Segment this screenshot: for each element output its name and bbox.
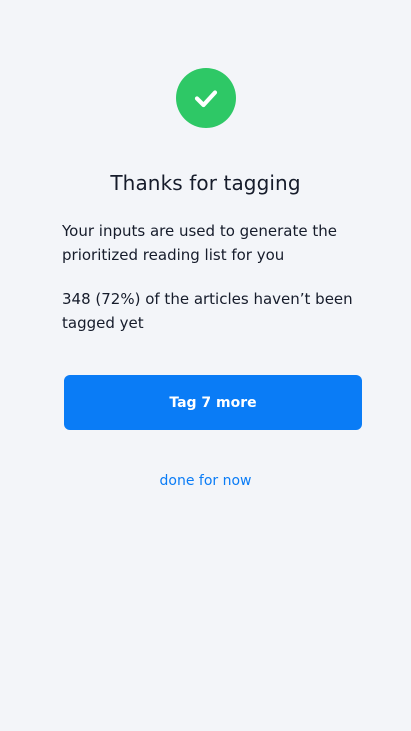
done-for-now-container: done for now xyxy=(0,471,411,491)
success-badge xyxy=(176,68,236,128)
info-text-untagged-count: 348 (72%) of the articles haven’t been t… xyxy=(62,290,353,332)
done-for-now-link[interactable]: done for now xyxy=(160,473,252,489)
check-icon xyxy=(194,90,218,108)
info-text-prioritized: Your inputs are used to generate the pri… xyxy=(62,222,337,264)
tag-more-button[interactable]: Tag 7 more xyxy=(64,375,362,430)
page-title: Thanks for tagging xyxy=(110,171,301,195)
tagging-complete-screen: Thanks for tagging Your inputs are used … xyxy=(0,0,411,731)
